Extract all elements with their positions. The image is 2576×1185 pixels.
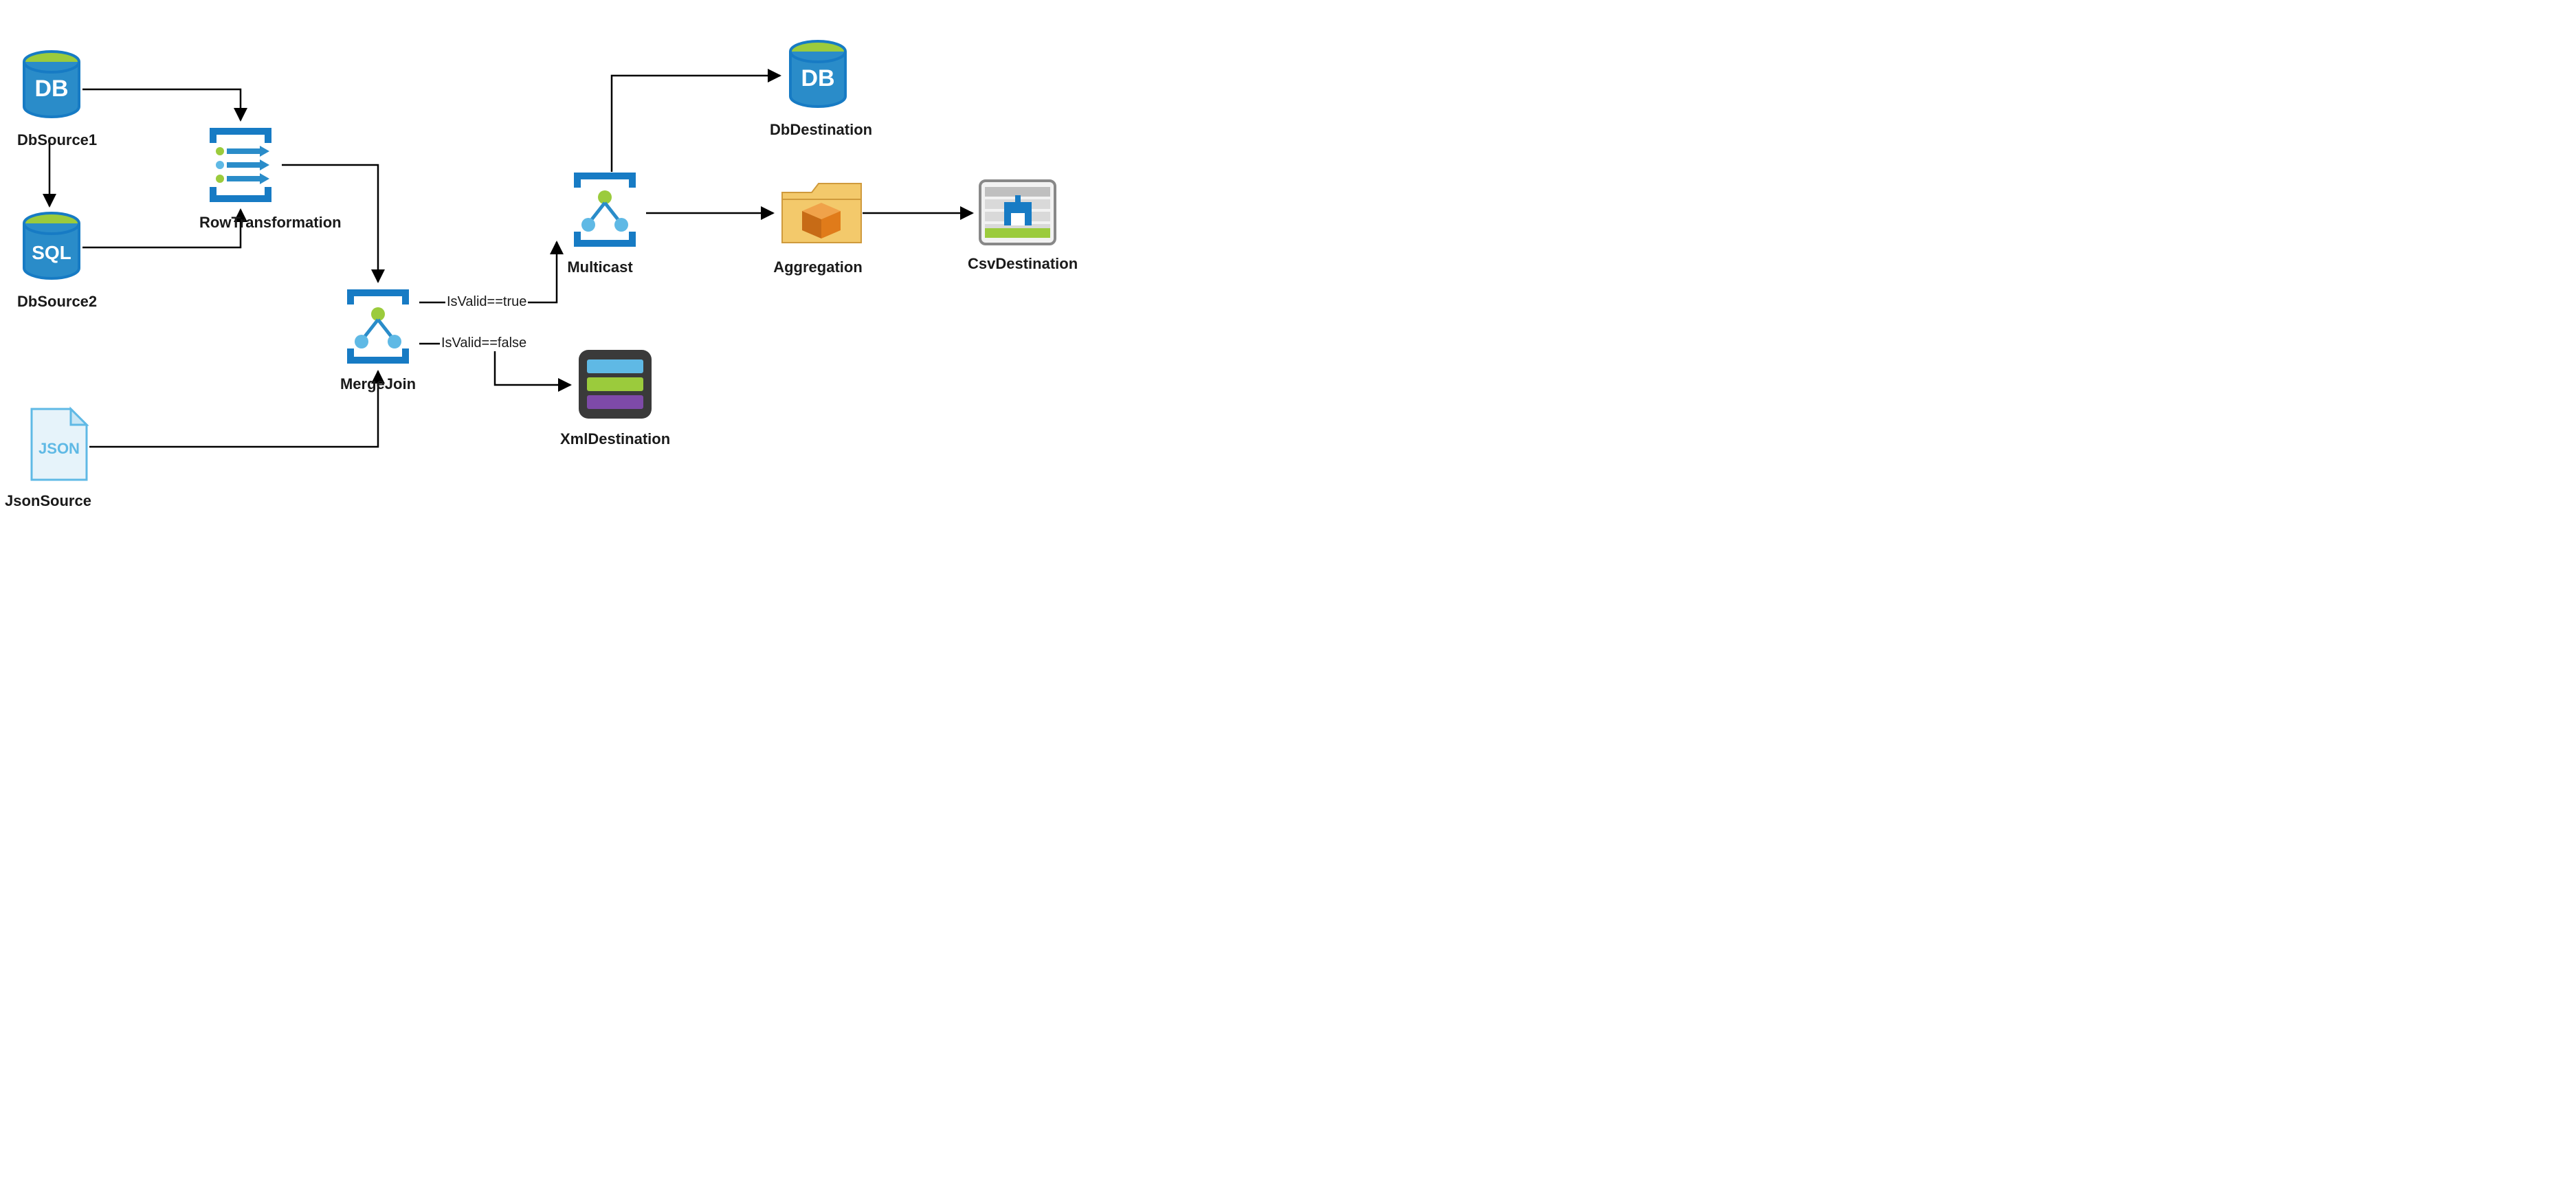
label-dbsource1: DbSource1 — [17, 131, 86, 149]
node-csvdestination: CsvDestination — [976, 179, 1058, 273]
node-rowtransformation: RowTransformation — [199, 124, 282, 232]
db-icon: DB — [21, 48, 82, 124]
multicast-icon — [564, 168, 646, 251]
mergejoin-icon — [337, 285, 419, 368]
label-csvdestination: CsvDestination — [968, 255, 1058, 273]
label-mergejoin: MergeJoin — [337, 375, 419, 393]
label-dbdestination: DbDestination — [770, 121, 852, 139]
node-xmldestination: XmlDestination — [574, 347, 656, 448]
sql-db-icon: SQL — [21, 210, 82, 285]
node-aggregation: Aggregation — [777, 175, 866, 276]
svg-text:DB: DB — [801, 65, 834, 91]
edge-label-isvalid-false: IsValid==false — [440, 335, 528, 351]
label-dbsource2: DbSource2 — [17, 293, 86, 311]
label-multicast: Multicast — [554, 258, 646, 276]
svg-text:SQL: SQL — [32, 242, 71, 263]
folder-cube-icon — [779, 175, 865, 251]
label-jsonsource: JsonSource — [3, 492, 93, 510]
diagram-canvas: IsValid==true IsValid==false DB DbSource… — [0, 0, 1072, 495]
node-dbsource1: DB DbSource1 — [17, 48, 86, 149]
svg-text:JSON: JSON — [38, 440, 80, 457]
node-jsonsource: JSON JsonSource — [24, 406, 93, 510]
node-mergejoin: MergeJoin — [337, 285, 419, 393]
rowtransform-icon — [199, 124, 282, 206]
label-aggregation: Aggregation — [770, 258, 866, 276]
db-icon: DB — [787, 38, 849, 113]
node-multicast: Multicast — [564, 168, 646, 276]
json-file-icon: JSON — [26, 406, 91, 485]
node-dbsource2: SQL DbSource2 — [17, 210, 86, 311]
label-rowtransformation: RowTransformation — [199, 214, 282, 232]
label-xmldestination: XmlDestination — [560, 430, 656, 448]
node-dbdestination: DB DbDestination — [784, 38, 852, 139]
xml-stack-icon — [576, 347, 655, 423]
svg-text:DB: DB — [34, 76, 68, 102]
csv-grid-icon — [978, 179, 1057, 247]
edge-label-isvalid-true: IsValid==true — [445, 294, 528, 310]
edges-layer — [0, 0, 1072, 495]
